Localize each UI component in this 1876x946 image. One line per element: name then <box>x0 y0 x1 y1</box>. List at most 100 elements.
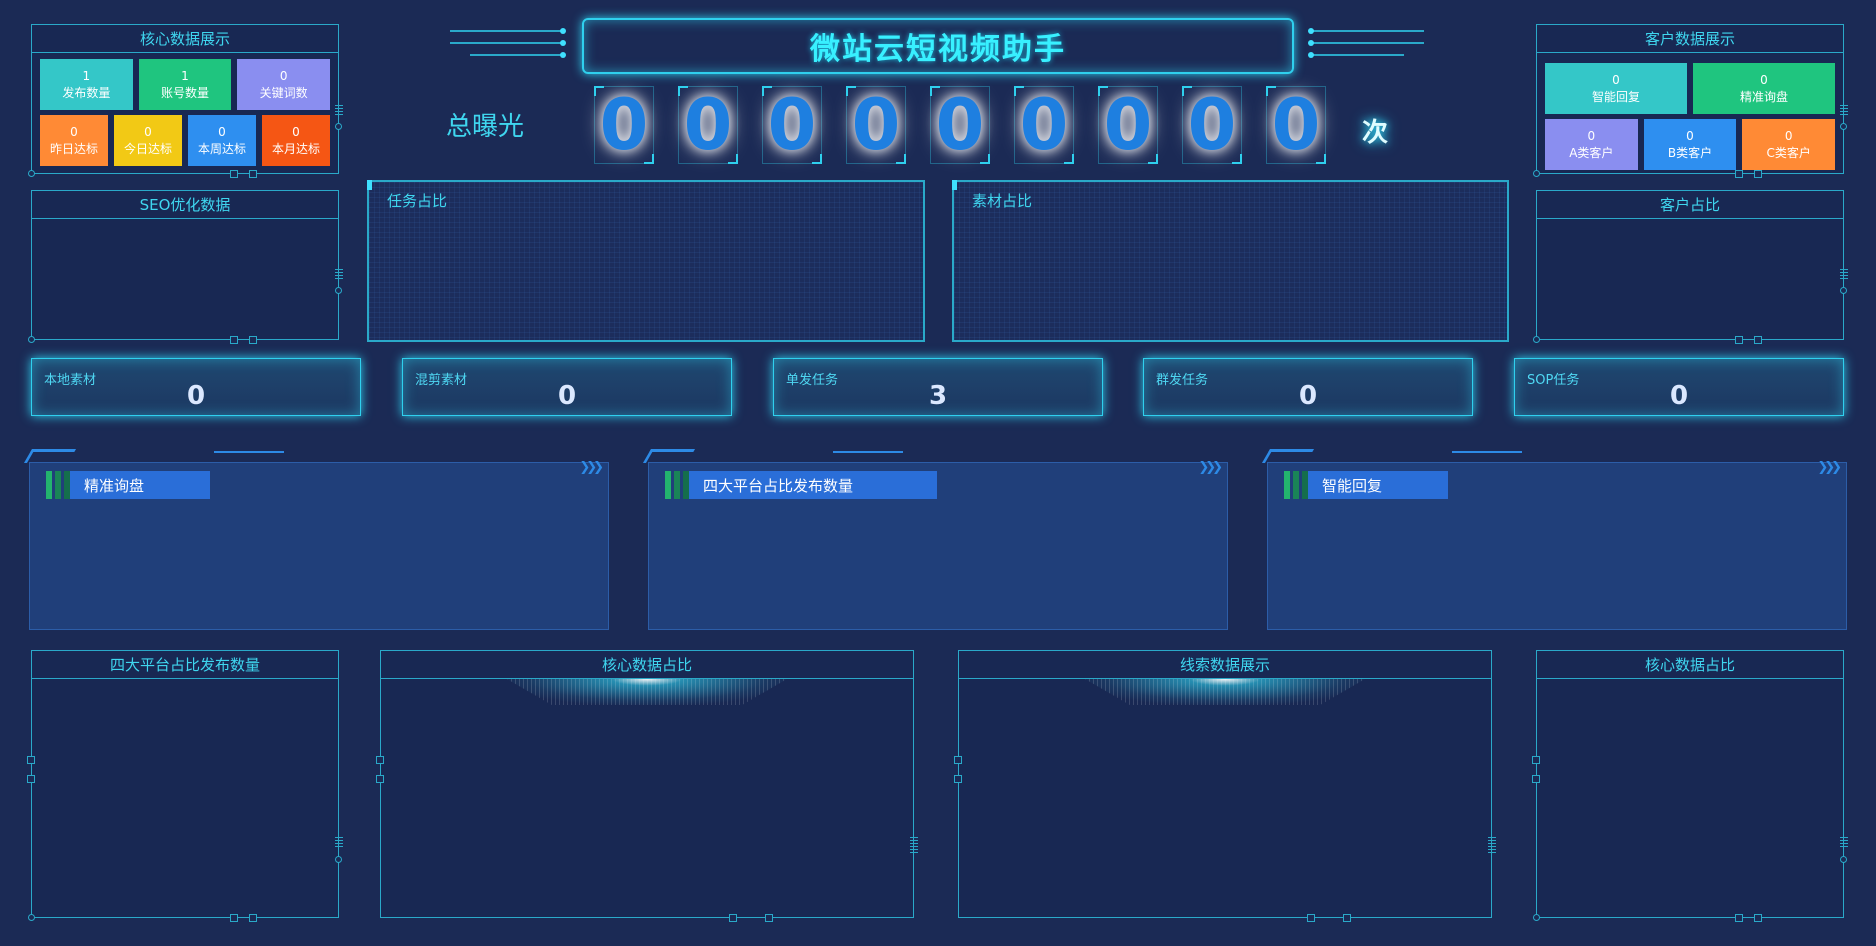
stat-tile-value: 0 <box>279 68 288 83</box>
panel-decor-square <box>376 756 384 764</box>
panel-decor-square <box>1307 914 1315 922</box>
exposure-digit: 0 <box>678 84 738 166</box>
stat-tile-label: B类客户 <box>1667 145 1713 160</box>
panel-decor-dot <box>335 123 342 130</box>
stat-tile[interactable]: 0 本周达标 <box>188 115 256 166</box>
panel-decor-dot <box>28 336 35 343</box>
panel-decor-square <box>1754 914 1762 922</box>
stat-tile[interactable]: 0 今日达标 <box>114 115 182 166</box>
header-wire-right-3 <box>1312 54 1404 56</box>
stat-tile-label: 本周达标 <box>197 141 246 156</box>
stat-tile[interactable]: 0 A类客户 <box>1545 119 1638 170</box>
panel-decor-dot <box>1840 287 1847 294</box>
header-wire-right-2 <box>1312 42 1424 44</box>
panel-decor-square <box>1343 914 1351 922</box>
material-ratio-title: 素材占比 <box>972 192 1033 210</box>
card-stripes <box>1284 471 1308 499</box>
stat-tile-value: 0 <box>1760 72 1768 87</box>
panel-decor-square <box>1735 914 1743 922</box>
task-ratio-panel: 任务占比 <box>367 180 925 342</box>
chevron-icon: ❯❯❯ <box>1198 460 1223 475</box>
metric-value: 0 <box>186 381 206 411</box>
panel-decor-dot <box>1840 856 1847 863</box>
stat-tile[interactable]: 1 账号数量 <box>138 59 232 110</box>
panel-decor-bars <box>910 837 918 853</box>
panel-decor-dot <box>28 914 35 921</box>
customer-data-panel: 客户数据展示 0 智能回复 0 精准询盘 0 A类客户 0 B类客户 0 C类客户 <box>1533 24 1848 178</box>
panel-glow-light <box>1085 679 1365 705</box>
stat-tile-value: 0 <box>144 124 152 139</box>
bottom-panel-title: 四大平台占比发布数量 <box>32 651 338 679</box>
metric-value: 0 <box>557 381 577 411</box>
seo-panel-title: SEO优化数据 <box>32 191 338 219</box>
exposure-digit: 0 <box>846 84 906 166</box>
card-label: 精准询盘 <box>70 471 210 499</box>
panel-decor-square <box>954 756 962 764</box>
stat-tile[interactable]: 0 B类客户 <box>1643 119 1737 170</box>
panel-corner-accent <box>367 180 372 190</box>
bottom-panel-lead-data: 线索数据展示 <box>954 650 1496 922</box>
exposure-digit: 0 <box>930 84 990 166</box>
header-wire-left-3 <box>470 54 562 56</box>
panel-decor-dot <box>1533 914 1540 921</box>
panel-decor-square <box>1532 775 1540 783</box>
bottom-panel-core-ratio: 核心数据占比 <box>376 650 918 922</box>
stat-tile-value: 0 <box>292 124 300 139</box>
stat-tile[interactable]: 0 本月达标 <box>262 115 330 166</box>
total-exposure-label: 总曝光 <box>446 112 525 142</box>
exposure-digit: 0 <box>1266 84 1326 166</box>
panel-decor-dot <box>1533 336 1540 343</box>
header-wire-dot <box>1308 40 1314 46</box>
panel-decor-square <box>376 775 384 783</box>
bottom-panel-title: 核心数据占比 <box>1537 651 1843 679</box>
metric-value: 3 <box>928 381 948 411</box>
panel-decor-square <box>1532 756 1540 764</box>
panel-decor-square <box>249 914 257 922</box>
panel-decor-square <box>1754 170 1762 178</box>
metric-card[interactable]: 本地素材 0 <box>31 358 361 416</box>
metric-card[interactable]: SOP任务 0 <box>1514 358 1844 416</box>
panel-decor-dot <box>1840 123 1847 130</box>
stat-tile-value: 0 <box>1587 128 1596 143</box>
stat-tile-label: 精准询盘 <box>1739 89 1788 104</box>
card-header: 精准询盘 <box>46 471 210 499</box>
metric-value: 0 <box>1298 381 1318 411</box>
stat-tile-label: 本月达标 <box>271 141 320 156</box>
customer-data-tiles-top: 0 智能回复 0 精准询盘 <box>1545 63 1835 114</box>
card-smart-reply: ❯❯❯ 智能回复 <box>1261 449 1847 630</box>
header-wire-dot <box>560 28 566 34</box>
stat-tile[interactable]: 0 关键词数 <box>237 59 330 110</box>
chevron-icon: ❯❯❯ <box>1817 460 1842 475</box>
stat-tile-value: 0 <box>218 124 226 139</box>
bottom-panel-title: 核心数据占比 <box>381 651 913 679</box>
card-header: 智能回复 <box>1284 471 1448 499</box>
stat-tile-label: A类客户 <box>1569 145 1614 160</box>
card-corner-accent <box>1261 449 1315 463</box>
panel-decor-square <box>1735 170 1743 178</box>
seo-panel: SEO优化数据 <box>28 190 343 344</box>
core-data-tiles-top: 1 发布数量 1 账号数量 0 关键词数 <box>40 59 330 110</box>
stat-tile-value: 0 <box>1686 128 1694 143</box>
panel-decor-bars <box>1840 837 1848 847</box>
header-wire-right-1 <box>1312 30 1424 32</box>
stat-tile[interactable]: 0 昨日达标 <box>40 115 108 166</box>
panel-glow-light <box>507 679 787 705</box>
stat-tile[interactable]: 0 智能回复 <box>1545 63 1687 114</box>
metric-card[interactable]: 单发任务 3 <box>773 358 1103 416</box>
metric-card[interactable]: 群发任务 0 <box>1143 358 1473 416</box>
exposure-digit: 0 <box>1098 84 1158 166</box>
stat-tile-value: 0 <box>1784 128 1793 143</box>
metric-card[interactable]: 混剪素材 0 <box>402 358 732 416</box>
material-ratio-panel: 素材占比 <box>952 180 1509 342</box>
stat-tile[interactable]: 0 精准询盘 <box>1693 63 1835 114</box>
stat-tile-value: 0 <box>1612 72 1620 87</box>
panel-decor-square <box>27 756 35 764</box>
stat-tile[interactable]: 1 发布数量 <box>40 59 133 110</box>
panel-decor-bars <box>335 837 343 847</box>
stat-tile[interactable]: 0 C类客户 <box>1742 119 1835 170</box>
card-header: 四大平台占比发布数量 <box>665 471 937 499</box>
card-precise-inquiry: ❯❯❯ 精准询盘 <box>23 449 609 630</box>
stat-tile-label: C类客户 <box>1766 145 1811 160</box>
header-wire-left-1 <box>450 30 562 32</box>
panel-decor-square <box>249 170 257 178</box>
